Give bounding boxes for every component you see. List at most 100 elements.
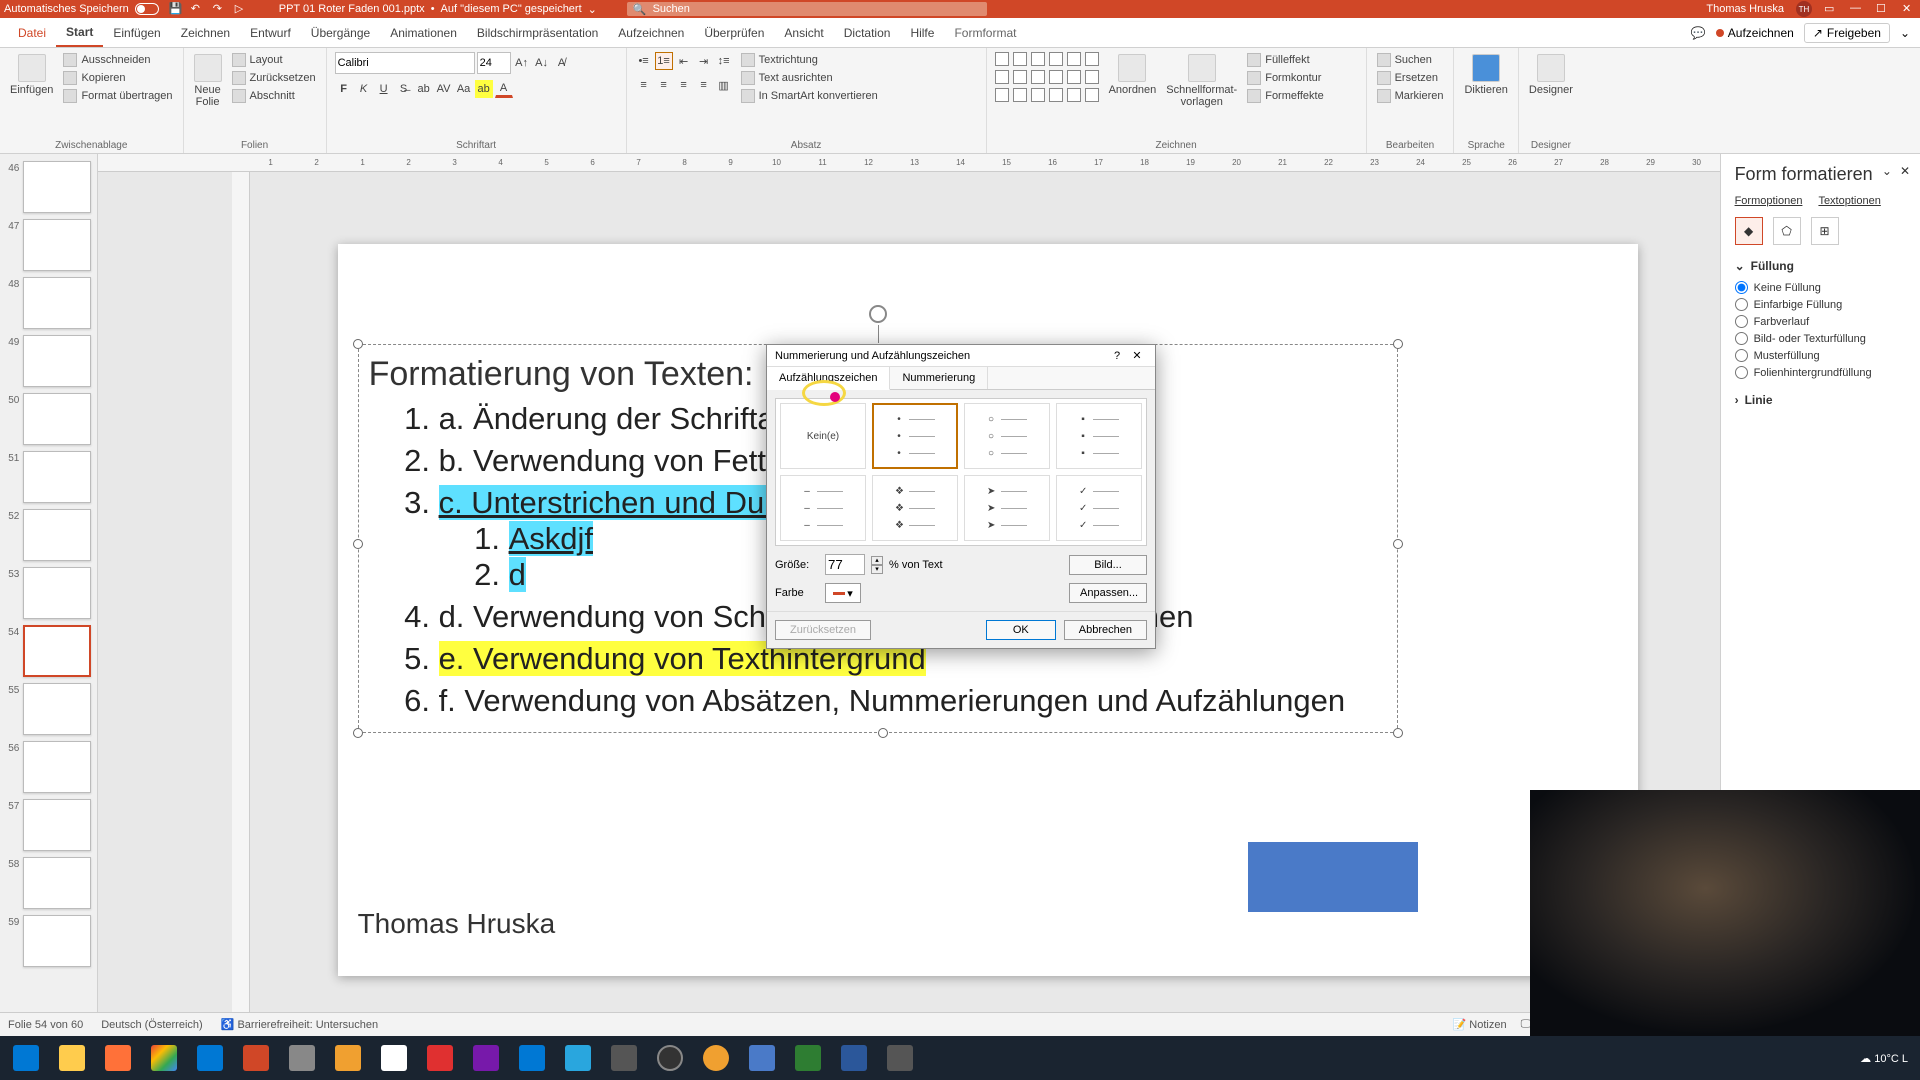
fill-option[interactable]: Einfarbige Füllung [1735, 296, 1906, 313]
taskbar-app[interactable] [878, 1038, 922, 1078]
ribbon-display-icon[interactable]: ▭ [1824, 2, 1838, 16]
highlight-button[interactable]: ab [475, 80, 493, 98]
taskbar-app[interactable] [694, 1038, 738, 1078]
dictate-button[interactable]: Diktieren [1462, 52, 1509, 98]
thumbnail-slide[interactable]: 59 [0, 912, 97, 970]
font-color-button[interactable]: A [495, 80, 513, 98]
weather-widget[interactable]: ☁ 10°C L [1860, 1052, 1908, 1065]
thumbnail-slide[interactable]: 55 [0, 680, 97, 738]
slideshow-icon[interactable]: ▷ [235, 2, 249, 16]
line-spacing-icon[interactable]: ↕≡ [715, 52, 733, 70]
spin-down-icon[interactable]: ▾ [871, 565, 883, 574]
rectangle-shape[interactable] [1248, 842, 1418, 912]
tab-draw[interactable]: Zeichnen [171, 20, 240, 46]
cut-button[interactable]: Ausschneiden [61, 52, 174, 68]
bullet-option-diamond[interactable]: ❖❖❖ [872, 475, 958, 541]
increase-font-icon[interactable]: A↑ [513, 54, 531, 72]
thumbnail-slide[interactable]: 47 [0, 216, 97, 274]
slide-thumbnails[interactable]: 4647484950515253545556575859 [0, 154, 98, 1012]
font-size-input[interactable] [477, 52, 511, 74]
fill-option[interactable]: Farbverlauf [1735, 313, 1906, 330]
thumbnail-slide[interactable]: 56 [0, 738, 97, 796]
paste-button[interactable]: Einfügen [8, 52, 55, 98]
align-right-icon[interactable]: ≡ [675, 76, 693, 94]
resize-handle[interactable] [353, 539, 363, 549]
comments-icon[interactable]: 💬 [1691, 26, 1706, 40]
thumbnail-slide[interactable]: 51 [0, 448, 97, 506]
taskbar-app[interactable] [326, 1038, 370, 1078]
align-text-button[interactable]: Text ausrichten [739, 70, 880, 86]
customize-button[interactable]: Anpassen... [1069, 583, 1147, 603]
taskbar-chrome[interactable] [142, 1038, 186, 1078]
picture-button[interactable]: Bild... [1069, 555, 1147, 575]
chevron-down-icon[interactable]: ⌄ [588, 3, 597, 16]
resize-handle[interactable] [878, 728, 888, 738]
fill-radio[interactable] [1735, 315, 1748, 328]
collapse-ribbon-icon[interactable]: ⌄ [1900, 26, 1910, 40]
maximize-icon[interactable]: ☐ [1876, 2, 1890, 16]
numbering-tab[interactable]: Nummerierung [890, 367, 988, 389]
bullet-option-square[interactable]: ▪▪▪ [1056, 403, 1142, 469]
user-avatar[interactable]: TH [1796, 1, 1812, 17]
tab-transitions[interactable]: Übergänge [301, 20, 380, 46]
thumbnail-slide[interactable]: 50 [0, 390, 97, 448]
user-name[interactable]: Thomas Hruska [1706, 3, 1784, 15]
tab-help[interactable]: Hilfe [900, 20, 944, 46]
fill-option[interactable]: Folienhintergrundfüllung [1735, 364, 1906, 381]
fill-radio[interactable] [1735, 298, 1748, 311]
taskbar-onenote[interactable] [464, 1038, 508, 1078]
start-button[interactable] [4, 1038, 48, 1078]
reset-button[interactable]: Zurücksetzen [230, 70, 318, 86]
tab-record[interactable]: Aufzeichnen [608, 20, 694, 46]
resize-handle[interactable] [1393, 728, 1403, 738]
reset-dialog-button[interactable]: Zurücksetzen [775, 620, 871, 640]
format-painter-button[interactable]: Format übertragen [61, 88, 174, 104]
fill-option[interactable]: Bild- oder Texturfüllung [1735, 330, 1906, 347]
align-center-icon[interactable]: ≡ [655, 76, 673, 94]
bullet-option-none[interactable]: Kein(e) [780, 403, 866, 469]
taskbar-word[interactable] [832, 1038, 876, 1078]
clear-format-icon[interactable]: A̸ [553, 54, 571, 72]
fill-option[interactable]: Musterfüllung [1735, 347, 1906, 364]
fill-radio[interactable] [1735, 366, 1748, 379]
close-icon[interactable]: ✕ [1127, 349, 1147, 362]
taskbar-app[interactable] [510, 1038, 554, 1078]
thumbnail-slide[interactable]: 58 [0, 854, 97, 912]
taskbar-explorer[interactable] [50, 1038, 94, 1078]
thumbnail-slide[interactable]: 54 [0, 622, 97, 680]
ok-button[interactable]: OK [986, 620, 1056, 640]
taskbar-app[interactable] [602, 1038, 646, 1078]
language-status[interactable]: Deutsch (Österreich) [101, 1019, 202, 1031]
bullets-button[interactable]: •≡ [635, 52, 653, 70]
shapes-gallery[interactable] [995, 52, 1101, 104]
cancel-button[interactable]: Abbrechen [1064, 620, 1147, 640]
fill-option[interactable]: Keine Füllung [1735, 279, 1906, 296]
thumbnail-slide[interactable]: 48 [0, 274, 97, 332]
bullet-option-circle[interactable]: ○○○ [964, 403, 1050, 469]
taskbar-app[interactable] [280, 1038, 324, 1078]
italic-button[interactable]: K [355, 80, 373, 98]
close-pane-icon[interactable]: ✕ [1900, 164, 1910, 178]
accessibility-status[interactable]: ♿ Barrierefreiheit: Untersuchen [221, 1018, 378, 1031]
tab-design[interactable]: Entwurf [240, 20, 301, 46]
shape-options-tab[interactable]: Formoptionen [1735, 195, 1803, 207]
strikethrough-button[interactable]: S̶ [395, 80, 413, 98]
slide-position[interactable]: Folie 54 von 60 [8, 1019, 83, 1031]
resize-handle[interactable] [1393, 339, 1403, 349]
record-button[interactable]: Aufzeichnen [1716, 26, 1794, 40]
share-button[interactable]: ↗Freigeben [1804, 23, 1890, 43]
pane-options-icon[interactable]: ⌄ [1882, 164, 1892, 178]
size-tab-icon[interactable]: ⊞ [1811, 217, 1839, 245]
notes-button[interactable]: 📝 Notizen [1453, 1018, 1507, 1031]
taskbar-app[interactable] [648, 1038, 692, 1078]
layout-button[interactable]: Layout [230, 52, 318, 68]
thumbnail-slide[interactable]: 52 [0, 506, 97, 564]
resize-handle[interactable] [1393, 539, 1403, 549]
tab-dictation[interactable]: Dictation [834, 20, 901, 46]
bullet-option-check[interactable]: ✓✓✓ [1056, 475, 1142, 541]
bullet-option-disc[interactable]: ••• [872, 403, 958, 469]
convert-smartart-button[interactable]: In SmartArt konvertieren [739, 88, 880, 104]
resize-handle[interactable] [353, 339, 363, 349]
select-button[interactable]: Markieren [1375, 88, 1446, 104]
dialog-titlebar[interactable]: Nummerierung und Aufzählungszeichen ? ✕ [767, 345, 1155, 367]
